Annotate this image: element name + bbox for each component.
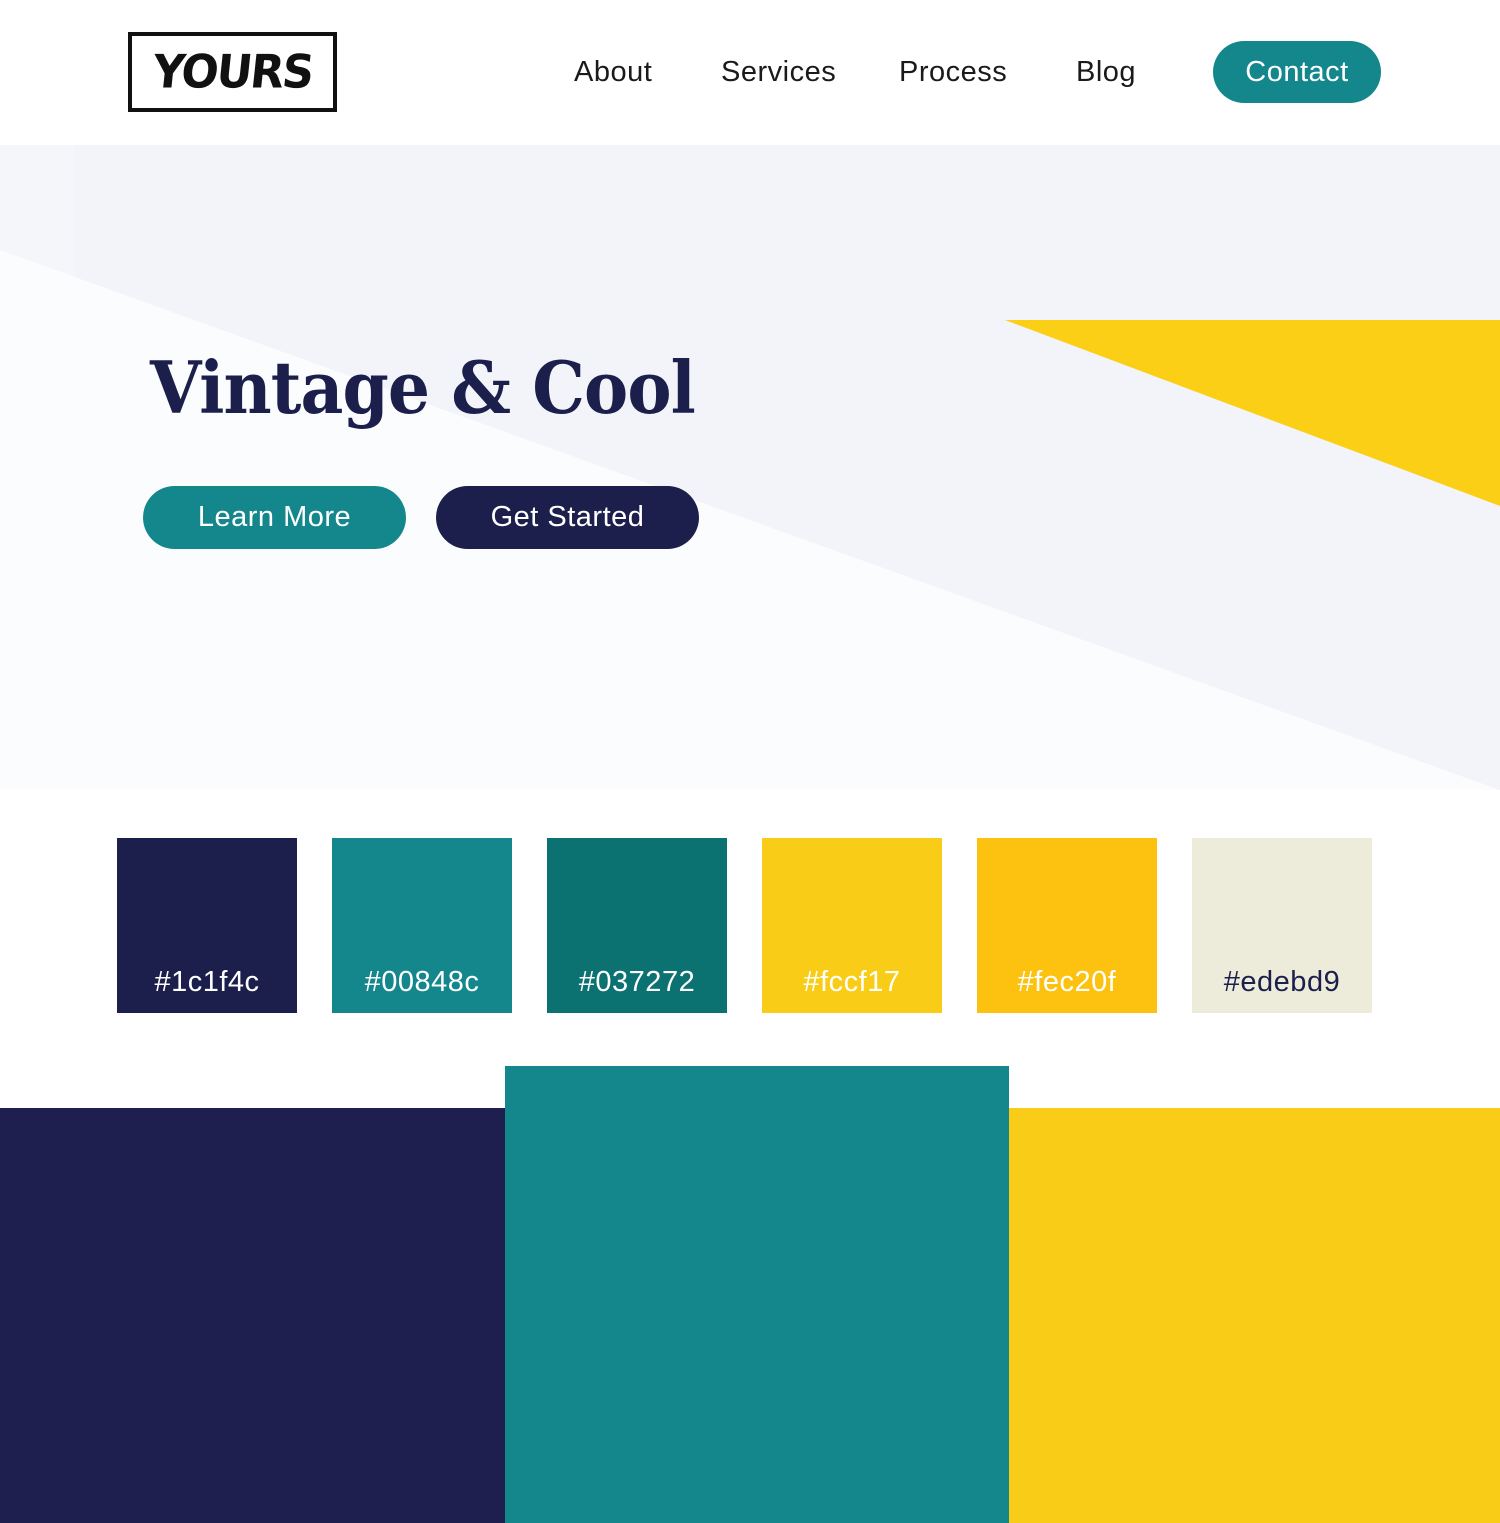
nav-process[interactable]: Process xyxy=(899,52,1007,92)
hero-section: Vintage & Cool Learn More Get Started xyxy=(0,145,1500,790)
color-block-teal xyxy=(505,1066,1009,1523)
learn-more-button[interactable]: Learn More xyxy=(143,486,406,549)
nav-services[interactable]: Services xyxy=(721,52,836,92)
swatch-label: #fec20f xyxy=(1017,966,1117,998)
color-block-yellow xyxy=(1009,1108,1500,1523)
get-started-button[interactable]: Get Started xyxy=(436,486,699,549)
hero-title: Vintage & Cool xyxy=(150,345,696,430)
nav-about[interactable]: About xyxy=(574,52,652,92)
swatch-gold: #fec20f xyxy=(977,838,1157,1013)
contact-button[interactable]: Contact xyxy=(1213,41,1381,103)
site-header: YOURS About Services Process Blog Contac… xyxy=(0,0,1500,145)
swatch-label: #fccf17 xyxy=(803,966,901,998)
swatch-label: #1c1f4c xyxy=(154,966,260,998)
nav-blog[interactable]: Blog xyxy=(1076,52,1136,92)
logo-text: YOURS xyxy=(150,45,315,99)
swatch-yellow: #fccf17 xyxy=(762,838,942,1013)
swatch-navy: #1c1f4c xyxy=(117,838,297,1013)
hero-background xyxy=(0,145,1500,790)
swatch-cream: #edebd9 xyxy=(1192,838,1372,1013)
swatch-label: #037272 xyxy=(578,966,696,998)
swatch-label: #00848c xyxy=(364,966,480,998)
swatch-teal: #00848c xyxy=(332,838,512,1013)
logo[interactable]: YOURS xyxy=(128,32,337,112)
color-block-navy xyxy=(0,1108,505,1523)
swatch-label: #edebd9 xyxy=(1223,966,1341,998)
swatch-dark-teal: #037272 xyxy=(547,838,727,1013)
